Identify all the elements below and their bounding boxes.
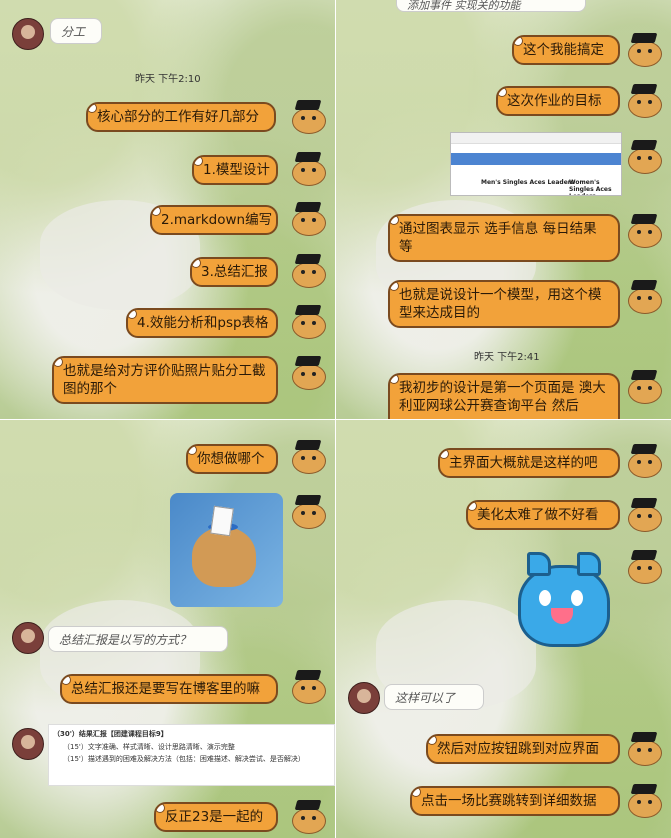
chat-bubble[interactable]: 总结汇报还是要写在博客里的嘛 (60, 674, 278, 704)
chat-bubble[interactable]: 也就是给对方评价贴照片贴分工截图的那个 (52, 356, 278, 404)
avatar[interactable] (626, 214, 662, 248)
message-note[interactable]: 分工 (50, 18, 102, 44)
chat-bubble[interactable]: 美化太难了做不好看 (466, 500, 620, 530)
avatar[interactable] (290, 152, 326, 186)
message-text: 通过图表显示 选手信息 每日结果等 (399, 221, 597, 255)
message-text: 3.总结汇报 (201, 264, 268, 280)
avatar[interactable] (12, 622, 44, 654)
avatar[interactable] (290, 305, 326, 339)
avatar[interactable] (290, 495, 326, 529)
chat-bubble[interactable]: 3.总结汇报 (190, 257, 278, 287)
cat-sticker-icon[interactable] (518, 552, 610, 647)
avatar[interactable] (290, 100, 326, 134)
avatar[interactable] (290, 356, 326, 390)
dog-icon (192, 527, 256, 587)
message-text: 这次作业的目标 (507, 93, 602, 109)
message-text: 主界面大概就是这样的吧 (449, 455, 598, 471)
avatar[interactable] (626, 33, 662, 67)
chat-bubble[interactable]: 这次作业的目标 (496, 86, 620, 116)
timestamp: 昨天 下午2:41 (474, 352, 540, 363)
chat-bubble[interactable]: 2.markdown编写 (150, 205, 278, 235)
chat-bubble[interactable]: 反正23是一起的 (154, 802, 278, 832)
timestamp: 昨天 下午2:10 (135, 74, 201, 85)
avatar[interactable] (626, 370, 662, 404)
message-text: 反正23是一起的 (165, 809, 264, 825)
message-text: 美化太难了做不好看 (477, 507, 599, 523)
message-text: 总结汇报还是要写在博客里的嘛 (71, 681, 260, 697)
avatar[interactable] (12, 18, 44, 50)
chat-bubble[interactable]: 通过图表显示 选手信息 每日结果等 (388, 214, 620, 262)
avatar[interactable] (626, 140, 662, 174)
avatar[interactable] (290, 440, 326, 474)
avatar[interactable] (626, 84, 662, 118)
avatar[interactable] (290, 670, 326, 704)
message-text: 也就是说设计一个模型，用这个模型来达成目的 (399, 287, 602, 321)
meme-image[interactable] (170, 493, 283, 607)
chat-panel-3: 你想做哪个 总结汇报是以写的方式？ 总结汇报还是要写在博客里的嘛 （30'）结果… (0, 420, 335, 838)
chat-panel-1: 分工 昨天 下午2:10 核心部分的工作有好几部分 1.模型设计 2.markd… (0, 0, 335, 419)
message-text: 也就是给对方评价贴照片贴分工截图的那个 (63, 363, 266, 397)
message-text: 核心部分的工作有好几部分 (97, 109, 259, 125)
message-note[interactable]: 这样可以了 (384, 684, 484, 710)
avatar[interactable] (626, 550, 662, 584)
message-note[interactable]: 添加事件 实现关的功能 (396, 0, 586, 12)
chat-bubble[interactable]: 主界面大概就是这样的吧 (438, 448, 620, 478)
message-text: 我初步的设计是第一个页面是 澳大利亚网球公开赛查询平台 然后 (399, 380, 606, 414)
avatar[interactable] (626, 784, 662, 818)
avatar[interactable] (12, 728, 44, 760)
chat-bubble[interactable]: 1.模型设计 (192, 155, 278, 185)
chat-bubble[interactable]: 也就是说设计一个模型，用这个模型来达成目的 (388, 280, 620, 328)
screenshot-collage: 分工 昨天 下午2:10 核心部分的工作有好几部分 1.模型设计 2.markd… (0, 0, 671, 838)
message-text: 2.markdown编写 (161, 212, 273, 228)
avatar[interactable] (626, 444, 662, 478)
message-text: 4.效能分析和psp表格 (137, 315, 269, 331)
screenshot-image[interactable]: Men's Singles Aces Leaders Women's Singl… (450, 132, 622, 196)
chat-bubble[interactable]: 核心部分的工作有好几部分 (86, 102, 276, 132)
image-caption: Women's Singles Aces Leaders (569, 179, 612, 195)
chat-panel-4: 主界面大概就是这样的吧 美化太难了做不好看 这样可以了 然后对应按钮跳到对应界面… (336, 420, 671, 838)
avatar[interactable] (348, 682, 380, 714)
chat-bubble[interactable]: 我初步的设计是第一个页面是 澳大利亚网球公开赛查询平台 然后 (388, 373, 620, 419)
avatar[interactable] (290, 254, 326, 288)
chat-bubble[interactable]: 点击一场比赛跳转到详细数据 (410, 786, 620, 816)
message-text: 这个我能搞定 (523, 42, 604, 58)
chat-bubble[interactable]: 你想做哪个 (186, 444, 278, 474)
message-text: 你想做哪个 (197, 451, 265, 467)
message-text: 1.模型设计 (203, 162, 270, 178)
chat-bubble[interactable]: 这个我能搞定 (512, 35, 620, 65)
chat-bubble[interactable]: 4.效能分析和psp表格 (126, 308, 278, 338)
message-text: 点击一场比赛跳转到详细数据 (421, 793, 597, 809)
message-note[interactable]: 总结汇报是以写的方式？ (48, 626, 228, 652)
chat-bubble[interactable]: 然后对应按钮跳到对应界面 (426, 734, 620, 764)
card-item: （15'）描述遇到的困难及解决方法（包括：困难描述、解决尝试、是否解决） (63, 755, 305, 763)
avatar[interactable] (290, 800, 326, 834)
avatar[interactable] (626, 498, 662, 532)
image-caption: Men's Singles Aces Leaders (481, 179, 575, 186)
card-item: （15'）文字准确、样式清晰、设计思路清晰、演示完整 (63, 743, 235, 751)
avatar[interactable] (626, 732, 662, 766)
avatar[interactable] (626, 280, 662, 314)
chat-panel-2: 添加事件 实现关的功能 这个我能搞定 这次作业的目标 Men's Singles… (336, 0, 671, 419)
card-title: （30'）结果汇报【团建课程目标9】 (53, 730, 168, 738)
screenshot-card[interactable]: （30'）结果汇报【团建课程目标9】 （15'）文字准确、样式清晰、设计思路清晰… (48, 724, 335, 786)
divider (0, 419, 671, 420)
avatar[interactable] (290, 202, 326, 236)
message-text: 然后对应按钮跳到对应界面 (437, 741, 599, 757)
